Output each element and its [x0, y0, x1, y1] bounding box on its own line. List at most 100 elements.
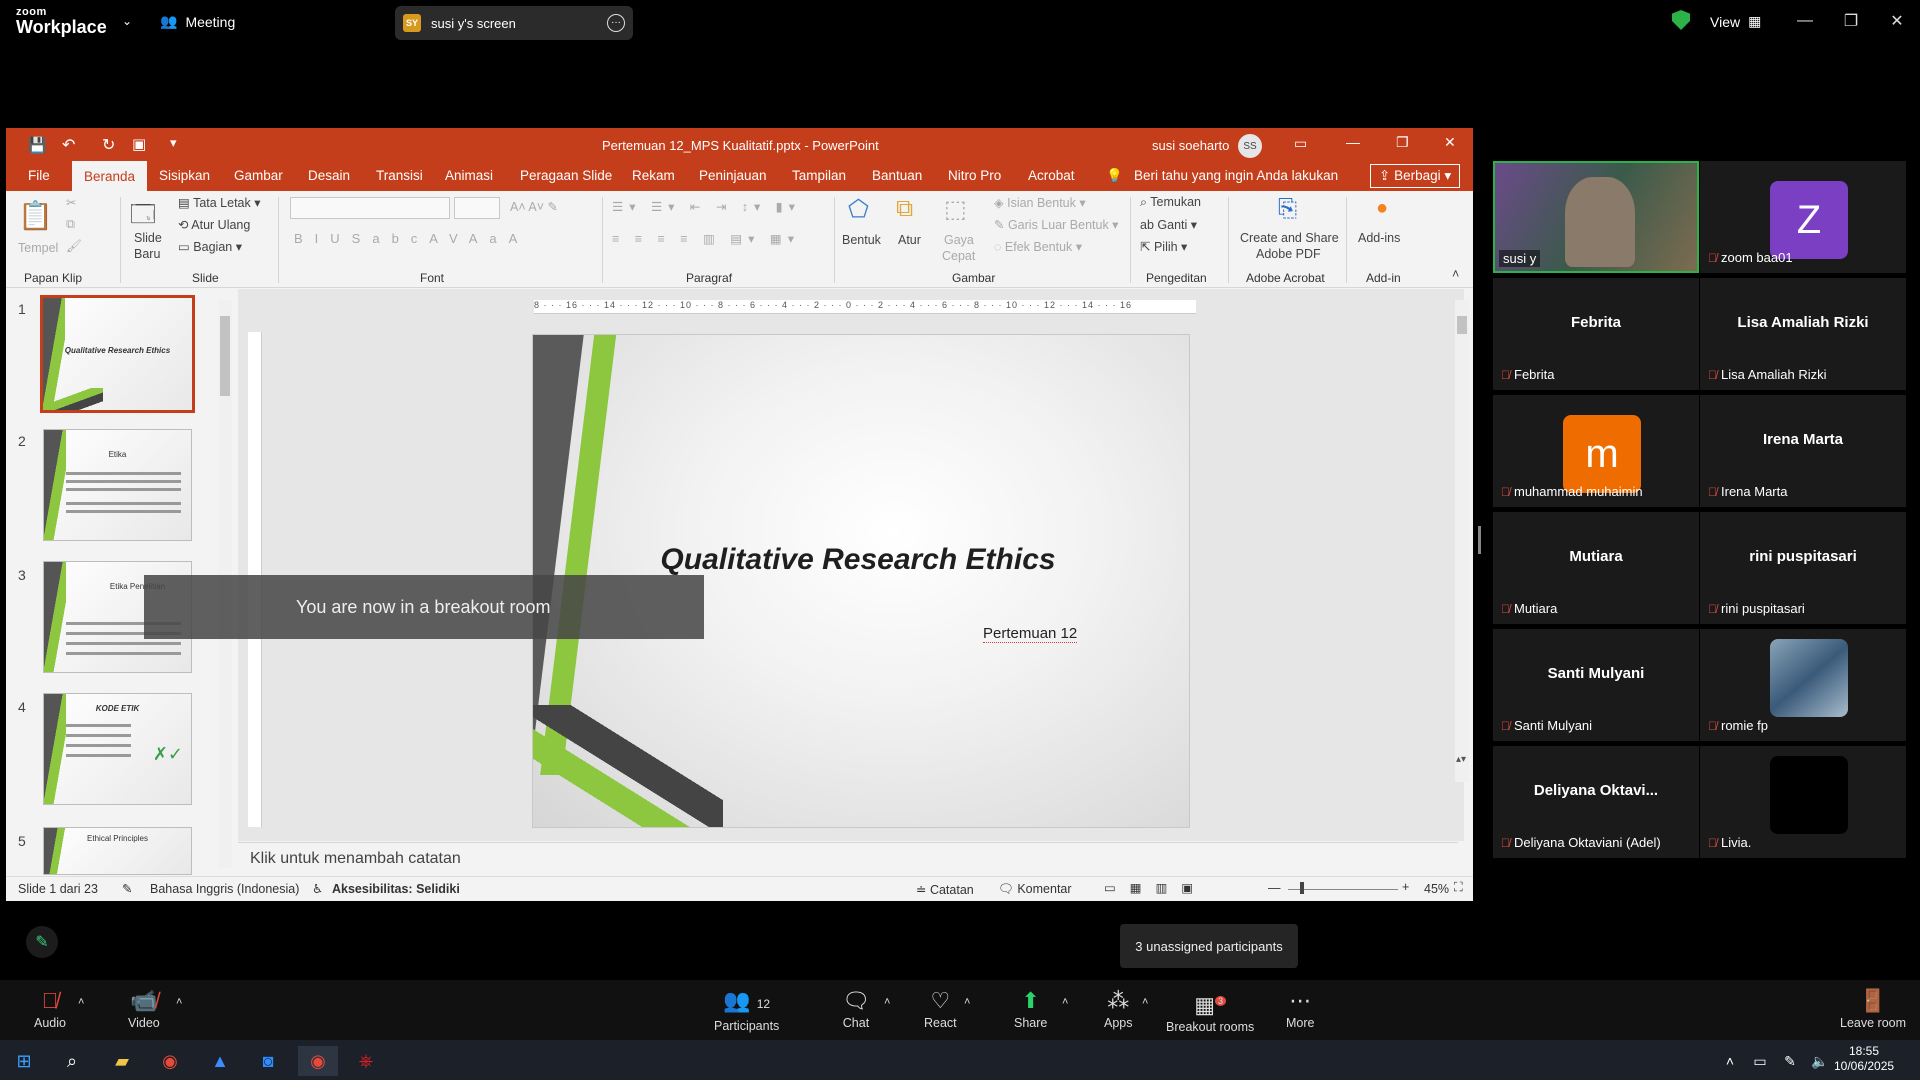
acrobat-label-2[interactable]: Adobe PDF — [1256, 247, 1321, 261]
chevron-down-icon[interactable]: ⌄ — [122, 14, 132, 28]
slide-thumbnail[interactable]: Ethical Principles — [43, 827, 192, 875]
notes-toggle[interactable]: ≐ Catatan — [916, 882, 974, 897]
app-icon[interactable]: ▲ — [200, 1046, 240, 1076]
video-options-caret-icon[interactable]: ˄ — [176, 996, 182, 1008]
ppt-user-avatar[interactable]: SS — [1238, 134, 1262, 158]
tab-acrobat[interactable]: Acrobat — [1028, 168, 1075, 183]
paste-icon[interactable]: 📋 — [18, 199, 53, 232]
clock[interactable]: 18:55 10/06/2025 — [1834, 1044, 1894, 1074]
arrange-icon[interactable]: ⧉ — [896, 195, 913, 223]
tab-peragaan-slide[interactable]: Peragaan Slide — [520, 168, 612, 183]
shape-effects-button[interactable]: ◌ Efek Bentuk ▾ — [994, 239, 1082, 254]
share-screen-tab[interactable]: SY susi y's screen ··· — [395, 6, 633, 40]
leave-room-button[interactable]: 🚪 Leave room — [1840, 990, 1906, 1031]
zoom-in-icon[interactable]: + — [1402, 880, 1409, 894]
windows-start-icon[interactable]: ⊞ — [4, 1046, 44, 1076]
participant-tile[interactable]: m 🎙̸ muhammad muhaimin — [1493, 395, 1699, 507]
notes-pane[interactable]: Klik untuk menambah catatan — [238, 842, 1458, 874]
annotate-pen-icon[interactable]: ✎ — [26, 926, 58, 958]
apps-button[interactable]: ⁂ Apps — [1104, 990, 1133, 1031]
ppt-close-icon[interactable]: ✕ — [1444, 134, 1456, 151]
add-ins-icon[interactable]: ● — [1376, 197, 1388, 220]
add-ins-label[interactable]: Add-ins — [1358, 231, 1400, 245]
save-icon[interactable]: 💾 — [28, 136, 47, 154]
tab-rekam[interactable]: Rekam — [632, 168, 675, 183]
more-button[interactable]: ⋯ More — [1286, 990, 1314, 1031]
accessibility-status[interactable]: Aksesibilitas: Selidiki — [332, 882, 460, 896]
video-button[interactable]: 📹̸ Video — [128, 990, 160, 1031]
replace-button[interactable]: ab Ganti ▾ — [1140, 217, 1197, 232]
language-status[interactable]: Bahasa Inggris (Indonesia) — [150, 882, 299, 896]
new-slide-label-1[interactable]: Slide — [134, 231, 162, 245]
quick-styles-label-2[interactable]: Cepat — [942, 249, 975, 263]
participant-tile[interactable]: 🎙̸ romie fp — [1700, 629, 1906, 741]
tab-desain[interactable]: Desain — [308, 168, 350, 183]
shape-outline-button[interactable]: ✎ Garis Luar Bentuk ▾ — [994, 217, 1118, 232]
view-button[interactable]: View ▦ — [1710, 13, 1761, 30]
chat-options-caret-icon[interactable]: ˄ — [884, 996, 890, 1008]
comments-toggle[interactable]: 🗨 Komentar — [998, 882, 1072, 897]
audio-button[interactable]: 🎙̸ Audio — [34, 990, 66, 1031]
slide-thumbnail[interactable]: Etika — [43, 429, 192, 541]
collapse-ribbon-icon[interactable]: ˄ — [1452, 267, 1459, 281]
security-shield-icon[interactable] — [1672, 10, 1690, 30]
zoom-slider-thumb[interactable] — [1300, 882, 1304, 894]
ribbon-display-icon[interactable]: ▭ — [1294, 135, 1307, 152]
shapes-label[interactable]: Bentuk — [842, 233, 881, 247]
accessibility-icon[interactable]: ♿ — [312, 881, 323, 896]
participant-tile[interactable]: Irena Marta 🎙̸ Irena Marta — [1700, 395, 1906, 507]
slide-thumbnail[interactable]: KODE ETIK ✗✓ — [43, 693, 192, 805]
chrome-icon[interactable]: ◉ — [150, 1046, 190, 1076]
more-icon[interactable]: ··· — [607, 14, 625, 32]
panel-resize-handle[interactable] — [1478, 526, 1481, 554]
breakout-rooms-button[interactable]: ▦ 3 Breakout rooms — [1166, 990, 1254, 1035]
quick-styles-icon[interactable]: ⬚ — [944, 195, 967, 224]
react-button[interactable]: ♡ React — [924, 990, 957, 1031]
quick-styles-label-1[interactable]: Gaya — [944, 233, 974, 247]
spellcheck-icon[interactable]: ✎ — [122, 881, 132, 896]
tab-peninjauan[interactable]: Peninjauan — [699, 168, 767, 183]
reset-button[interactable]: ⟲ Atur Ulang — [178, 217, 250, 232]
ppt-minimize-icon[interactable]: — — [1346, 134, 1360, 150]
meeting-menu[interactable]: 👥 Meeting — [160, 13, 235, 30]
zoom-out-icon[interactable]: — — [1268, 881, 1281, 895]
font-family-select[interactable] — [290, 197, 450, 219]
acrobat-icon[interactable]: ⎈ — [346, 1046, 386, 1076]
participant-tile[interactable]: Febrita 🎙̸ Febrita — [1493, 278, 1699, 390]
zoom-slider[interactable] — [1288, 889, 1398, 890]
new-slide-label-2[interactable]: Baru — [134, 247, 160, 261]
format-painter-icon[interactable]: 🖌 — [66, 239, 82, 254]
copy-icon[interactable]: ⧉ — [66, 217, 75, 232]
scroll-thumb[interactable] — [220, 316, 230, 396]
view-mode-icons[interactable]: ▭▦▥▣ — [1104, 880, 1207, 895]
participant-tile[interactable]: 🎙̸ Livia. — [1700, 746, 1906, 858]
participants-button[interactable]: 👥 12 Participants — [714, 990, 779, 1034]
file-explorer-icon[interactable]: ▰ — [102, 1046, 142, 1076]
ppt-restore-icon[interactable]: ❐ — [1396, 134, 1409, 151]
tab-nitro-pro[interactable]: Nitro Pro — [948, 168, 1001, 183]
list-icons[interactable]: ☰▾ ☰▾ ⇤ ⇥ ↕▾ ▮▾ — [612, 199, 801, 214]
font-size-select[interactable] — [454, 197, 500, 219]
apps-options-caret-icon[interactable]: ˄ — [1142, 996, 1148, 1008]
redo-icon[interactable]: ↻ — [102, 135, 115, 155]
react-options-caret-icon[interactable]: ˄ — [964, 996, 970, 1008]
paste-label[interactable]: Tempel — [18, 241, 58, 255]
cut-icon[interactable]: ✂ — [66, 195, 76, 210]
share-screen-button[interactable]: ⬆ Share — [1014, 990, 1047, 1031]
close-icon[interactable]: ✕ — [1882, 8, 1912, 34]
participant-tile[interactable]: Z 🎙̸ zoom baa01 — [1700, 161, 1906, 273]
adobe-pdf-icon[interactable]: ⎘ — [1278, 195, 1297, 223]
restore-icon[interactable]: ❐ — [1836, 8, 1866, 34]
section-button[interactable]: ▭ Bagian ▾ — [178, 239, 242, 254]
customize-icon[interactable]: ▾ — [170, 135, 177, 151]
participant-tile[interactable]: Lisa Amaliah Rizki 🎙̸ Lisa Amaliah Rizki — [1700, 278, 1906, 390]
share-button[interactable]: ⇪ Berbagi ▾ — [1370, 164, 1461, 188]
search-icon[interactable]: ⌕ — [52, 1046, 92, 1076]
tab-tampilan[interactable]: Tampilan — [792, 168, 846, 183]
tell-me-search[interactable]: Beri tahu yang ingin Anda lakukan — [1134, 168, 1338, 183]
acrobat-label-1[interactable]: Create and Share — [1240, 231, 1339, 245]
zoom-level[interactable]: 45% — [1424, 882, 1449, 896]
page-nav-icon[interactable]: ▴▾ — [1456, 754, 1466, 765]
tab-sisipkan[interactable]: Sisipkan — [159, 168, 210, 183]
participant-tile[interactable]: susi y — [1493, 161, 1699, 273]
